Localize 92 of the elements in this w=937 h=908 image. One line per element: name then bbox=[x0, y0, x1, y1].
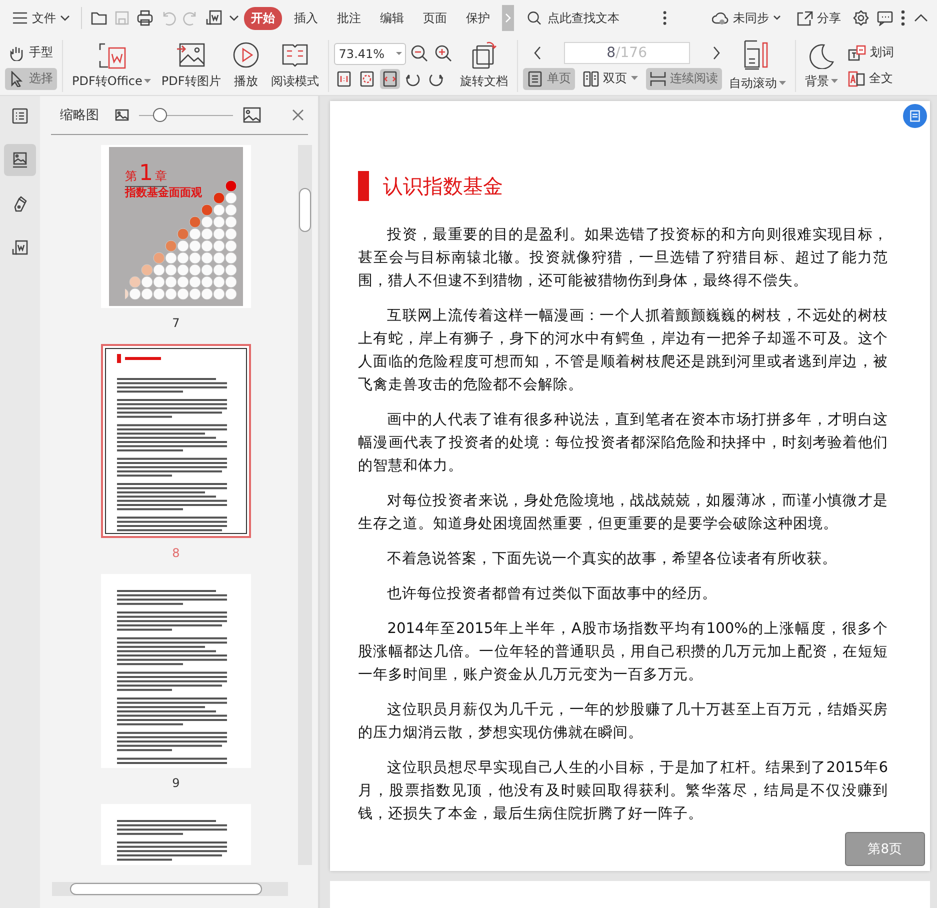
small-image-icon bbox=[115, 108, 129, 122]
image-icon bbox=[12, 152, 28, 168]
share-icon bbox=[797, 10, 813, 26]
tool-button[interactable]: 手型 bbox=[5, 42, 57, 64]
document-heading: 认识指数基金 bbox=[383, 172, 503, 200]
vertical-scrollbar[interactable] bbox=[298, 145, 312, 865]
fit-page-icon bbox=[358, 70, 375, 86]
double-page-icon bbox=[582, 70, 599, 86]
next-icon[interactable] bbox=[712, 46, 721, 60]
caret-icon bbox=[830, 79, 838, 84]
toolbar-button[interactable]: PDF转Office bbox=[68, 41, 156, 90]
page-number: 7 bbox=[172, 316, 180, 330]
paragraph: 这位职员想尽早实现自己人生的小目标，于是加了杠杆。结果到了2015年6月，股票指数见顶，他没有及时赎回取得获利。繁华落尽，结局是不仅没赚到钱，还损失了本金，最后生病住院折腾了好一阵子。 bbox=[358, 758, 888, 824]
continuous-icon bbox=[650, 70, 666, 86]
menu-tab[interactable]: 页面 bbox=[416, 6, 454, 30]
document-convert-icon bbox=[96, 41, 127, 69]
cloud-icon bbox=[712, 10, 729, 26]
caret-icon bbox=[778, 81, 786, 86]
size-slider[interactable] bbox=[139, 108, 233, 122]
page-number: 8 bbox=[172, 546, 180, 560]
chapter-title: 指数基金面面观 bbox=[125, 185, 202, 200]
zoom-field[interactable]: 73.41% bbox=[334, 42, 406, 64]
translate-word-button[interactable]: 划词 bbox=[844, 42, 898, 64]
chapter-heading: 第 1 章 bbox=[125, 161, 167, 187]
paragraph: 投资，最重要的目的是盈利。如果选错了投资标的和方向则很难实现目标，甚至会与目标南辕北辙。投资就像狩猎，一旦选错了狩猎目标、超过了能力范围，猎人不但逮不到猎物，还可能被猎物伤到身体，最终得不偿失。 bbox=[358, 225, 888, 291]
file-menu[interactable]: 文件 bbox=[8, 8, 74, 28]
background-button[interactable]: 背景 bbox=[800, 41, 842, 90]
auto-scroll-button[interactable]: 自动滚动 bbox=[724, 39, 790, 92]
horizontal-scrollbar[interactable] bbox=[52, 882, 288, 896]
sidebar-button[interactable] bbox=[4, 144, 36, 176]
panel-title: 缩略图 bbox=[60, 107, 99, 124]
view-mode-button[interactable]: 双页 bbox=[578, 68, 642, 90]
menu-tab[interactable]: 插入 bbox=[287, 6, 325, 30]
close-icon bbox=[292, 109, 304, 121]
slider-thumb[interactable] bbox=[152, 108, 167, 122]
sync-button[interactable]: 未同步 bbox=[708, 8, 785, 28]
caret-icon[interactable] bbox=[229, 14, 239, 22]
search-icon bbox=[527, 10, 542, 26]
paragraph: 这位职员月薪仅为几千元，一年的炒股赚了几十万甚至上百万元，结婚买房的压力烟消云散，梦想实现仿佛就在瞬间。 bbox=[358, 700, 888, 743]
actual-size-icon bbox=[336, 70, 352, 86]
caret-icon bbox=[60, 14, 70, 22]
page-field[interactable]: 8/176 bbox=[564, 42, 690, 64]
pointer-icon bbox=[9, 70, 25, 86]
zoom-out-icon[interactable] bbox=[410, 45, 428, 62]
paragraph: 画中的人代表了谁有很多种说法，直到笔者在资本市场打拼多年，才明白这幅漫画代表了投资者的处境：每位投资者都深陷危险和抉择中，时刻考验着他们的智慧和体力。 bbox=[358, 410, 888, 476]
menu-tab[interactable]: 批注 bbox=[330, 6, 368, 30]
toolbar-button[interactable]: 播放 bbox=[226, 41, 265, 90]
print-icon[interactable] bbox=[137, 10, 153, 26]
heading-marker bbox=[358, 171, 369, 201]
single-page-icon bbox=[526, 70, 543, 86]
fit-width-button[interactable] bbox=[380, 68, 400, 88]
document-icon[interactable] bbox=[206, 10, 222, 26]
rotate-document-icon bbox=[470, 41, 498, 69]
more-icon bbox=[663, 10, 667, 26]
page-thumbnail[interactable] bbox=[101, 344, 251, 538]
paragraph: 对每位投资者来说，身处危险境地，战战兢兢，如履薄冰，而谨小慎微才是生存之道。知道身处困境固然重要，但更重要的是要学会破除这种困境。 bbox=[358, 491, 888, 534]
translate-icon bbox=[848, 70, 865, 86]
chat-icon[interactable] bbox=[877, 10, 893, 26]
menu-icon bbox=[12, 10, 28, 26]
folder-icon[interactable] bbox=[91, 10, 107, 26]
large-image-icon bbox=[243, 107, 261, 123]
document-icon bbox=[909, 109, 921, 123]
toolbar-button[interactable]: PDF转图片 bbox=[157, 41, 225, 90]
paragraph: 2014年至2015年上半年，A股市场指数平均有100%的上涨幅度，很多个股涨幅都达几倍。一位年轻的普通职员，用自己积攒的几万元加上配资，在短短一年多时间里，账户资金从几万元变为一百多万元。 bbox=[358, 619, 888, 685]
paragraph: 不着急说答案，下面先说一个真实的故事，希望各位读者有所收获。 bbox=[386, 549, 838, 569]
menu-tab[interactable]: 编辑 bbox=[373, 6, 411, 30]
previous-icon[interactable] bbox=[532, 46, 542, 60]
list-icon bbox=[12, 108, 28, 124]
toolbar-button[interactable]: 阅读模式 bbox=[266, 41, 323, 90]
image-icon bbox=[176, 41, 206, 69]
settings-icon[interactable] bbox=[853, 10, 869, 26]
share-button[interactable]: 分享 bbox=[793, 8, 845, 28]
search-field[interactable]: 点此查找文本 bbox=[547, 11, 658, 25]
page-badge: 第8页 bbox=[844, 832, 925, 866]
page-number: 9 bbox=[172, 776, 180, 790]
fit-width-icon bbox=[382, 70, 398, 86]
zoom-in-icon[interactable] bbox=[434, 45, 452, 62]
page-thumbnail[interactable] bbox=[101, 574, 251, 768]
play-icon bbox=[230, 41, 261, 69]
menu-tab[interactable]: 保护 bbox=[459, 6, 497, 30]
translate-icon bbox=[848, 44, 866, 60]
document-icon bbox=[12, 240, 28, 256]
pen-icon bbox=[12, 196, 28, 212]
hand-icon bbox=[9, 44, 25, 60]
caret-icon bbox=[773, 15, 781, 21]
more-icon[interactable] bbox=[901, 10, 905, 26]
menu-tab[interactable]: 开始 bbox=[244, 6, 282, 30]
paragraph: 也许每位投资者都曾有过类似下面故事中的经历。 bbox=[386, 584, 718, 604]
translate-document-button[interactable]: 全文 bbox=[844, 68, 898, 90]
paragraph: 互联网上流传着这样一幅漫画：一个人抓着颤颤巍巍的树枝，不远处的树枝上有蛇，岸上有狮子，身下的河水中有鳄鱼，岸边有一把斧子却遥不可及。这个人面临的危险程度可想而知，不管是顺着树枝爬还是跳到河里或者逃到岸边，被飞禽走兽攻击的危险都不会解除。 bbox=[358, 306, 888, 395]
chevron-icon bbox=[505, 13, 511, 23]
rotate-button[interactable]: 旋转文档 bbox=[456, 41, 512, 90]
